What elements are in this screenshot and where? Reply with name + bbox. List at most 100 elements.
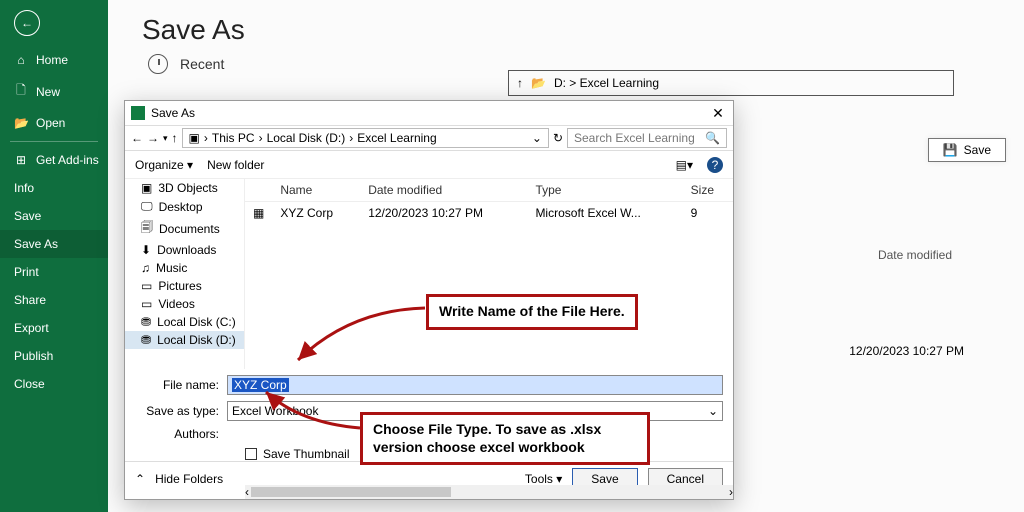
- chevron-down-icon: ⌄: [708, 404, 718, 418]
- sidebar-item-addins[interactable]: ⊞ Get Add-ins: [0, 146, 108, 174]
- nav-forward-button[interactable]: →: [147, 131, 159, 145]
- path-segment[interactable]: This PC: [212, 131, 255, 145]
- videos-icon: ▭: [141, 297, 152, 311]
- tree-node[interactable]: 🖵Desktop: [125, 197, 244, 216]
- nav-up-button[interactable]: ↑: [172, 131, 178, 145]
- sidebar-item-close[interactable]: Close: [0, 370, 108, 398]
- chevron-up-icon: ⌃: [135, 472, 145, 486]
- path-segment[interactable]: Local Disk (D:): [267, 131, 346, 145]
- filename-input[interactable]: XYZ Corp: [227, 375, 723, 395]
- date-modified-header: Date modified: [878, 248, 952, 262]
- location-bar[interactable]: ↑ 📂 D: > Excel Learning: [508, 70, 954, 96]
- help-button[interactable]: ?: [707, 157, 723, 173]
- dialog-toolbar: Organize ▾ New folder ▤▾ ?: [125, 151, 733, 179]
- view-menu[interactable]: ▤▾: [676, 158, 693, 172]
- save-label: Save: [964, 143, 991, 157]
- new-icon: 🗋: [14, 81, 28, 102]
- close-button[interactable]: ✕: [709, 105, 727, 122]
- page-title: Save As: [142, 14, 1024, 46]
- tree-node[interactable]: ⛃Local Disk (C:): [125, 313, 244, 331]
- sidebar-item-publish[interactable]: Publish: [0, 342, 108, 370]
- file-type: Microsoft Excel W...: [527, 202, 682, 225]
- address-bar: ← → ▾ ↑ ▣ ›This PC ›Local Disk (D:) ›Exc…: [125, 125, 733, 151]
- sidebar-item-open[interactable]: 📂Open: [0, 109, 108, 137]
- sidebar-item-print[interactable]: Print: [0, 258, 108, 286]
- filetype-label: Save as type:: [135, 404, 227, 418]
- col-name[interactable]: Name: [272, 179, 360, 202]
- sidebar-item-saveas[interactable]: Save As: [0, 230, 108, 258]
- file-date: 12/20/2023 10:27 PM: [360, 202, 527, 225]
- sidebar-item-label: New: [36, 85, 60, 99]
- tree-node[interactable]: ▣3D Objects: [125, 179, 244, 197]
- open-icon: 📂: [14, 116, 28, 130]
- tools-menu[interactable]: Tools ▾: [525, 472, 562, 486]
- save-icon: 💾: [943, 143, 958, 157]
- file-list[interactable]: Name Date modified Type Size ▦ XYZ Corp …: [245, 179, 733, 369]
- sidebar-item-save[interactable]: Save: [0, 202, 108, 230]
- tree-node[interactable]: ▭Pictures: [125, 277, 244, 295]
- addins-icon: ⊞: [14, 153, 28, 167]
- sidebar-item-label: Info: [14, 181, 34, 195]
- sidebar-item-label: Close: [14, 377, 45, 391]
- desktop-icon: 🖵: [141, 199, 153, 214]
- annotation-filetype: Choose File Type. To save as .xlsx versi…: [360, 412, 650, 465]
- save-button[interactable]: 💾 Save: [928, 138, 1006, 162]
- clock-icon: [148, 54, 168, 74]
- excel-file-icon: ▦: [253, 206, 264, 220]
- sidebar-item-label: Home: [36, 53, 68, 67]
- recent-label: Recent: [180, 56, 224, 72]
- sidebar-item-label: Get Add-ins: [36, 153, 99, 167]
- location-text: D: > Excel Learning: [554, 76, 659, 90]
- search-icon: 🔍: [705, 131, 720, 145]
- sidebar-item-home[interactable]: ⌂ Home: [0, 46, 108, 74]
- folder-icon: 📂: [531, 76, 546, 90]
- search-placeholder: Search Excel Learning: [574, 131, 695, 145]
- new-folder-button[interactable]: New folder: [207, 158, 264, 172]
- sidebar-item-label: Export: [14, 321, 49, 335]
- folder-icon: ▣: [189, 131, 200, 145]
- col-type[interactable]: Type: [527, 179, 682, 202]
- tree-node[interactable]: ♫Music: [125, 259, 244, 277]
- search-box[interactable]: Search Excel Learning 🔍: [567, 128, 727, 148]
- organize-menu[interactable]: Organize ▾: [135, 158, 193, 172]
- music-icon: ♫: [141, 261, 150, 275]
- sidebar-item-new[interactable]: 🗋 New: [0, 74, 108, 109]
- nav-back-button[interactable]: ←: [131, 131, 143, 145]
- downloads-icon: ⬇: [141, 243, 151, 257]
- date-modified-value: 12/20/2023 10:27 PM: [849, 344, 964, 358]
- authors-label: Authors:: [135, 427, 227, 441]
- tree-node[interactable]: ▭Videos: [125, 295, 244, 313]
- sidebar-item-label: Share: [14, 293, 46, 307]
- save-thumbnail-checkbox[interactable]: [245, 448, 257, 460]
- sidebar-item-label: Save: [14, 209, 41, 223]
- file-row[interactable]: ▦ XYZ Corp 12/20/2023 10:27 PM Microsoft…: [245, 202, 733, 225]
- back-button[interactable]: ←: [14, 10, 40, 36]
- hide-folders-button[interactable]: Hide Folders: [155, 472, 223, 486]
- 3d-icon: ▣: [141, 181, 152, 195]
- sidebar-item-label: Publish: [14, 349, 53, 363]
- refresh-button[interactable]: ↻: [553, 131, 563, 145]
- folder-tree[interactable]: ▣3D Objects 🖵Desktop 🗐Documents ⬇Downloa…: [125, 179, 245, 369]
- home-icon: ⌂: [14, 53, 28, 67]
- disk-icon: ⛃: [141, 333, 151, 347]
- annotation-filename: Write Name of the File Here.: [426, 294, 638, 330]
- tree-node[interactable]: ⬇Downloads: [125, 241, 244, 259]
- backstage-sidebar: ← ⌂ Home 🗋 New 📂Open ⊞ Get Add-ins Info Sav…: [0, 0, 108, 512]
- file-size: 9: [683, 202, 733, 225]
- pictures-icon: ▭: [141, 279, 152, 293]
- excel-icon: [131, 106, 145, 120]
- sidebar-item-label: Save As: [14, 237, 58, 251]
- tree-node[interactable]: ⛃Local Disk (D:): [125, 331, 244, 349]
- up-icon[interactable]: ↑: [517, 76, 523, 90]
- sidebar-item-export[interactable]: Export: [0, 314, 108, 342]
- sidebar-item-share[interactable]: Share: [0, 286, 108, 314]
- sidebar-item-info[interactable]: Info: [0, 174, 108, 202]
- tree-node[interactable]: 🗐Documents: [125, 216, 244, 241]
- col-date[interactable]: Date modified: [360, 179, 527, 202]
- chevron-down-icon[interactable]: ⌄: [532, 131, 542, 145]
- col-size[interactable]: Size: [683, 179, 733, 202]
- path-segment[interactable]: Excel Learning: [357, 131, 436, 145]
- horizontal-scrollbar[interactable]: ‹›: [245, 485, 733, 499]
- path-box[interactable]: ▣ ›This PC ›Local Disk (D:) ›Excel Learn…: [182, 128, 549, 148]
- disk-icon: ⛃: [141, 315, 151, 329]
